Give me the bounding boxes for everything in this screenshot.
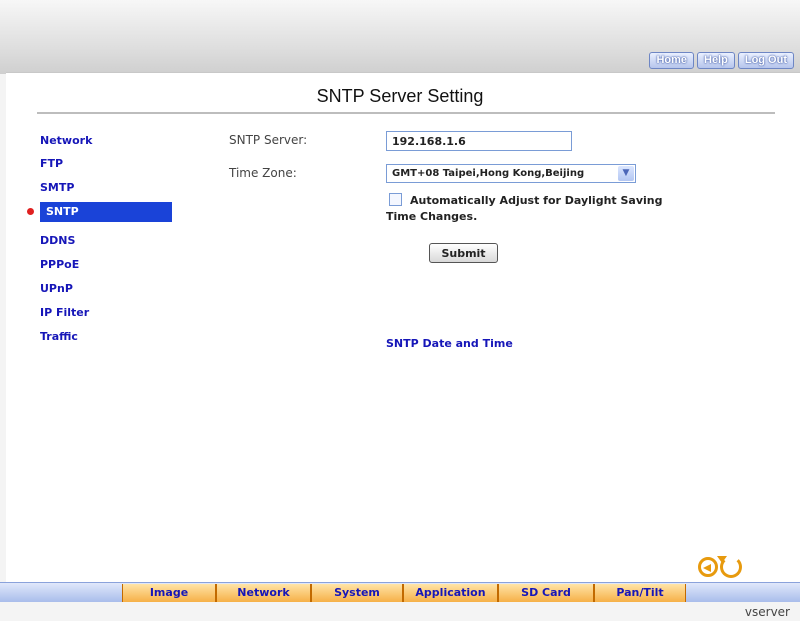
sntp-server-label: SNTP Server: <box>229 133 308 147</box>
logout-button[interactable]: Log Out <box>737 52 794 69</box>
sidebar-item-upnp[interactable]: UPnP <box>40 280 172 298</box>
sidebar-item-network[interactable]: Network <box>40 132 172 150</box>
time-zone-label: Time Zone: <box>229 166 297 180</box>
page-title: SNTP Server Setting <box>316 86 484 106</box>
tab-sd-card[interactable]: SD Card <box>498 584 594 602</box>
sidebar-item-ddns[interactable]: DDNS <box>40 232 172 250</box>
sidebar-item-sntp[interactable]: SNTP <box>40 202 172 222</box>
title-divider <box>37 112 775 114</box>
tab-application[interactable]: Application <box>403 584 498 602</box>
sntp-date-time-link[interactable]: SNTP Date and Time <box>386 337 513 350</box>
daylight-saving-label: Automatically Adjust for Daylight Saving… <box>386 194 663 223</box>
back-arrow-icon[interactable] <box>698 557 718 577</box>
time-zone-value: GMT+08 Taipei,Hong Kong,Beijing <box>392 168 585 179</box>
help-button[interactable]: Help <box>697 52 735 69</box>
daylight-saving-checkbox[interactable] <box>389 193 402 206</box>
tab-system[interactable]: System <box>311 584 403 602</box>
submit-button[interactable]: Submit <box>429 243 498 263</box>
tab-pan-tilt[interactable]: Pan/Tilt <box>594 584 686 602</box>
sntp-server-input[interactable] <box>386 131 572 151</box>
tab-image[interactable]: Image <box>122 584 216 602</box>
active-bullet-icon <box>27 208 34 215</box>
time-zone-select[interactable]: GMT+08 Taipei,Hong Kong,Beijing ▼ <box>386 164 636 183</box>
sidebar-item-ip-filter[interactable]: IP Filter <box>40 304 172 322</box>
sidebar-item-traffic[interactable]: Traffic <box>40 328 172 346</box>
chevron-down-icon[interactable]: ▼ <box>618 166 634 181</box>
home-button[interactable]: Home <box>649 52 694 69</box>
sidebar-item-smtp[interactable]: SMTP <box>40 179 172 197</box>
top-nav: Home Help Log Out <box>649 52 794 69</box>
brand-label: vserver <box>744 605 790 619</box>
sidebar-item-ftp[interactable]: FTP <box>40 155 172 173</box>
tab-network[interactable]: Network <box>216 584 311 602</box>
sidebar-item-pppoe[interactable]: PPPoE <box>40 256 172 274</box>
refresh-icon[interactable] <box>717 556 742 578</box>
